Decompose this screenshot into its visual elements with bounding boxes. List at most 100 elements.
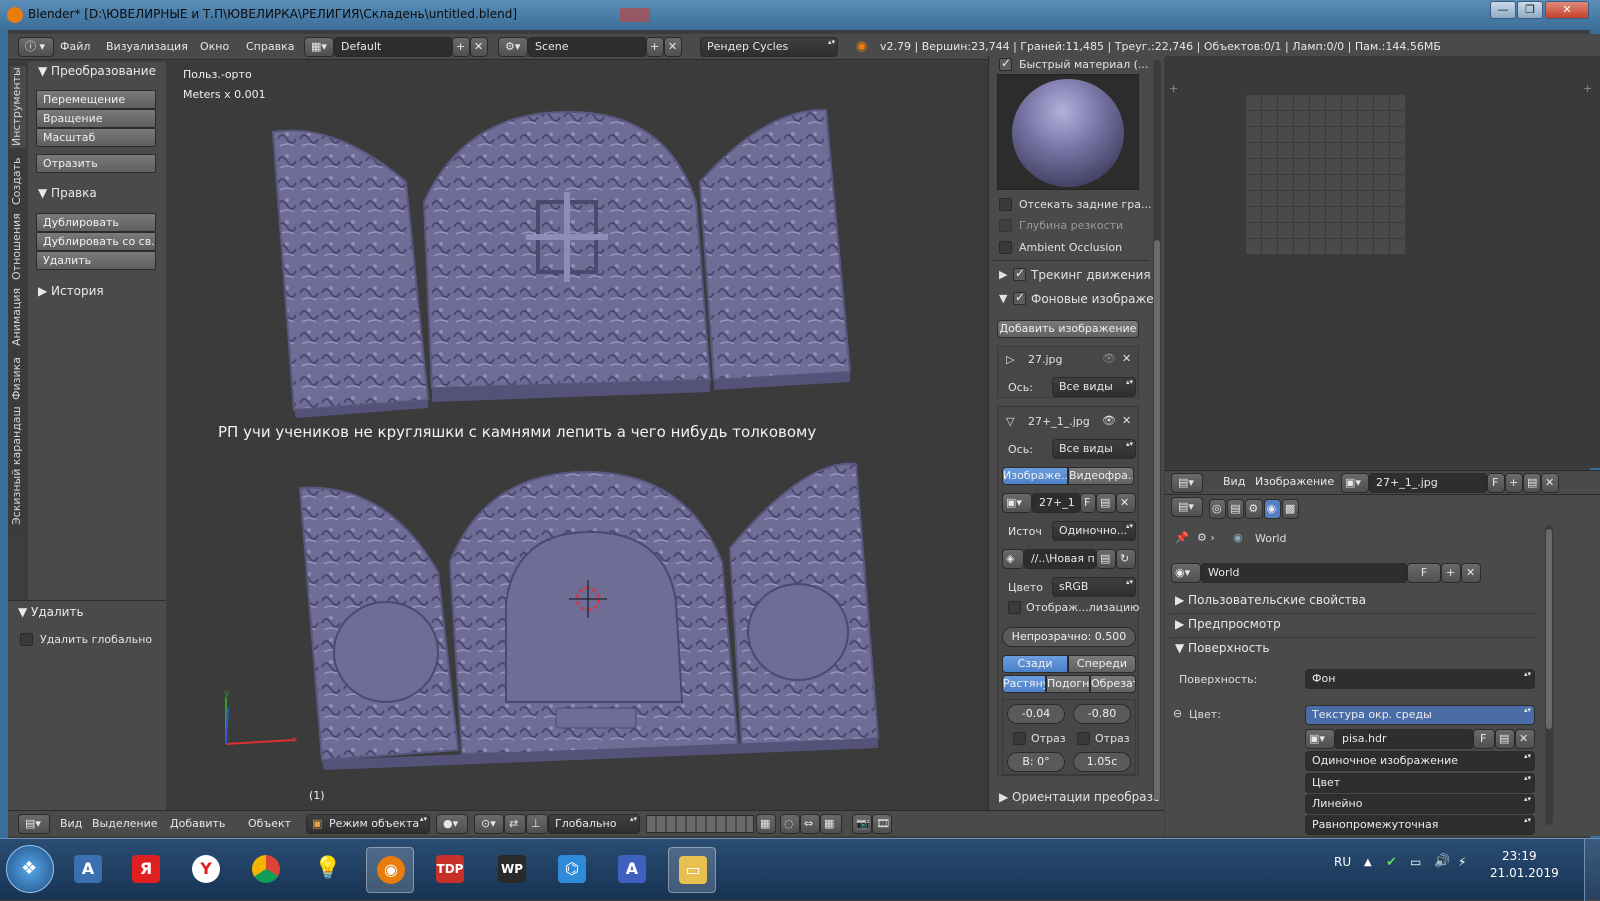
stretch-button[interactable]: Растяну xyxy=(1002,675,1046,693)
eye-icon[interactable]: 👁 xyxy=(1102,414,1116,427)
unlink-image-button[interactable]: ✕ xyxy=(1541,473,1559,493)
security-icon[interactable]: ✔ xyxy=(1386,855,1397,870)
draw-front-button[interactable]: Спереди xyxy=(1068,655,1136,673)
taskbar-app-nodes[interactable]: ⌬ xyxy=(548,847,596,893)
layout-field[interactable]: Default xyxy=(334,37,452,57)
taskbar-explorer[interactable]: ▭ xyxy=(668,847,716,893)
view-transform-checkbox[interactable] xyxy=(1008,601,1021,614)
open-image-button[interactable]: ▤ xyxy=(1523,473,1541,493)
editor-type-button[interactable]: ⓘ ▾ xyxy=(18,37,54,57)
transform-panel-header[interactable]: ▼ Преобразование xyxy=(38,64,156,78)
unlink-world-button[interactable]: ✕ xyxy=(1461,563,1481,583)
fake-user-button[interactable]: F xyxy=(1080,493,1096,513)
orientation-dropdown[interactable]: Глобально xyxy=(548,814,640,834)
delete-button[interactable]: Удалить xyxy=(36,251,156,270)
tab-tools[interactable]: Инструменты xyxy=(10,66,26,148)
transform-orientations-header[interactable]: ▶ Ориентации преобразо xyxy=(999,790,1160,804)
custom-props-panel[interactable]: ▶ Пользовательские свойства xyxy=(1175,593,1366,607)
proportional-edit-icon[interactable]: ◌ xyxy=(780,814,800,834)
start-button[interactable]: ❖ xyxy=(6,845,54,893)
rotate-button[interactable]: Вращение xyxy=(36,109,156,128)
motion-tracking-checkbox[interactable] xyxy=(1013,266,1026,281)
delete-global-checkbox[interactable] xyxy=(20,633,33,646)
properties-type-icon[interactable]: ▤▾ xyxy=(1171,497,1203,517)
image-editor-type-icon[interactable]: ▤▾ xyxy=(1171,473,1203,493)
color-space-dropdown[interactable]: sRGB xyxy=(1052,577,1136,597)
scene-icon[interactable]: ⚙▾ xyxy=(498,37,528,57)
render-image-icon[interactable]: 📷 xyxy=(852,814,872,834)
source-image-tab[interactable]: Изображе... xyxy=(1002,467,1068,485)
duplicate-linked-button[interactable]: Дублировать со св... xyxy=(36,232,156,251)
viewport-shading-button[interactable]: ●▾ xyxy=(436,814,468,834)
tab-create[interactable]: Создать xyxy=(10,152,26,210)
layers-tab-icon[interactable]: ▤ xyxy=(1227,499,1245,519)
source-dropdown[interactable]: Одиночно... xyxy=(1052,521,1136,541)
remove-layout-button[interactable]: ✕ xyxy=(470,37,488,57)
texture-tab-icon[interactable]: ▩ xyxy=(1281,499,1300,519)
taskbar-app-tdp[interactable]: TDP xyxy=(426,847,474,893)
reload-icon[interactable]: ↻ xyxy=(1116,549,1136,569)
bg-images-toggle[interactable]: ▼ xyxy=(999,292,1007,305)
color-socket-icon[interactable]: ⊖ xyxy=(1173,707,1182,720)
3d-editor-type-icon[interactable]: ▤▾ xyxy=(18,814,50,834)
hdr-fake-user-button[interactable]: F xyxy=(1473,729,1495,749)
v3d-menu-object[interactable]: Объект xyxy=(248,817,291,830)
world-fake-user-button[interactable]: F xyxy=(1407,563,1441,583)
history-panel-header[interactable]: ▶ История xyxy=(38,284,104,298)
bg-image-1-toggle[interactable]: ▷ xyxy=(1006,353,1014,366)
hdr-name-field[interactable]: pisa.hdr xyxy=(1335,729,1473,749)
clock-date[interactable]: 21.01.2019 xyxy=(1490,866,1559,880)
hdr-open-icon[interactable]: ▤ xyxy=(1495,729,1515,749)
backface-checkbox[interactable] xyxy=(999,198,1012,211)
remove-bg-image-2-icon[interactable]: ✕ xyxy=(1122,414,1131,427)
taskbar-chrome[interactable] xyxy=(242,847,290,893)
image-browse-icon[interactable]: ▣▾ xyxy=(1341,473,1369,493)
add-scene-button[interactable]: + xyxy=(646,37,664,57)
layout-icon[interactable]: ▦▾ xyxy=(304,37,334,57)
opacity-slider[interactable]: Непрозрачно: 0.500 xyxy=(1002,627,1136,647)
filepath-field[interactable]: //..\Новая п... xyxy=(1024,549,1096,569)
close-button[interactable]: ✕ xyxy=(1545,1,1589,19)
remove-scene-button[interactable]: ✕ xyxy=(664,37,682,57)
taskbar-yandex[interactable]: Y xyxy=(182,847,230,893)
clock-time[interactable]: 23:19 xyxy=(1502,849,1537,863)
color-mode-dropdown[interactable]: Цвет xyxy=(1305,773,1535,793)
flip-x-checkbox[interactable] xyxy=(1013,732,1026,745)
filepath-icon[interactable]: ◈ xyxy=(1002,549,1024,569)
duplicate-button[interactable]: Дублировать xyxy=(36,213,156,232)
layer-buttons[interactable] xyxy=(646,815,754,833)
image-editor-image-field[interactable]: 27+_1_.jpg xyxy=(1369,473,1487,493)
eye-icon[interactable]: 👁 xyxy=(1102,352,1116,365)
tab-relations[interactable]: Отношения xyxy=(10,213,26,280)
draw-back-button[interactable]: Сзади xyxy=(1002,655,1068,673)
open-image-icon[interactable]: ▤ xyxy=(1096,493,1116,513)
flip-y-checkbox[interactable] xyxy=(1077,732,1090,745)
menu-window[interactable]: Окно xyxy=(200,40,229,53)
language-indicator[interactable]: RU xyxy=(1334,855,1351,869)
tray-arrow-icon[interactable]: ▲ xyxy=(1364,857,1372,868)
hdr-browse-icon[interactable]: ▣▾ xyxy=(1305,729,1335,749)
world-tab-icon[interactable]: ◉ xyxy=(1263,499,1281,519)
surface-dropdown[interactable]: Фон xyxy=(1305,669,1535,689)
bg-images-checkbox[interactable] xyxy=(1013,290,1026,305)
taskbar-yandex-browser[interactable]: Я xyxy=(122,847,170,893)
v3d-menu-view[interactable]: Вид xyxy=(60,817,82,830)
image-source-dropdown[interactable]: Одиночное изображение xyxy=(1305,751,1535,771)
pivot-point-button[interactable]: ⊙▾ xyxy=(474,814,504,834)
remove-bg-image-1-icon[interactable]: ✕ xyxy=(1122,352,1131,365)
image-menu-view[interactable]: Вид xyxy=(1223,475,1245,488)
scene-field[interactable]: Scene xyxy=(528,37,646,57)
add-layout-button[interactable]: + xyxy=(452,37,470,57)
matcap-preview[interactable] xyxy=(997,74,1139,190)
properties-scrollbar[interactable] xyxy=(1545,525,1553,825)
ao-checkbox[interactable] xyxy=(999,241,1012,254)
tab-physics[interactable]: Физика xyxy=(10,354,26,402)
image-fake-user-button[interactable]: F xyxy=(1487,473,1505,493)
quick-material-checkbox[interactable] xyxy=(999,56,1012,71)
world-name-field[interactable]: World xyxy=(1201,563,1407,583)
translate-button[interactable]: Перемещение xyxy=(36,90,156,109)
mirror-button[interactable]: Отразить xyxy=(36,154,156,173)
offset-y-field[interactable]: -0.80 xyxy=(1073,704,1131,724)
taskbar-app-1[interactable]: A xyxy=(64,847,112,893)
show-desktop-button[interactable] xyxy=(1584,839,1600,901)
